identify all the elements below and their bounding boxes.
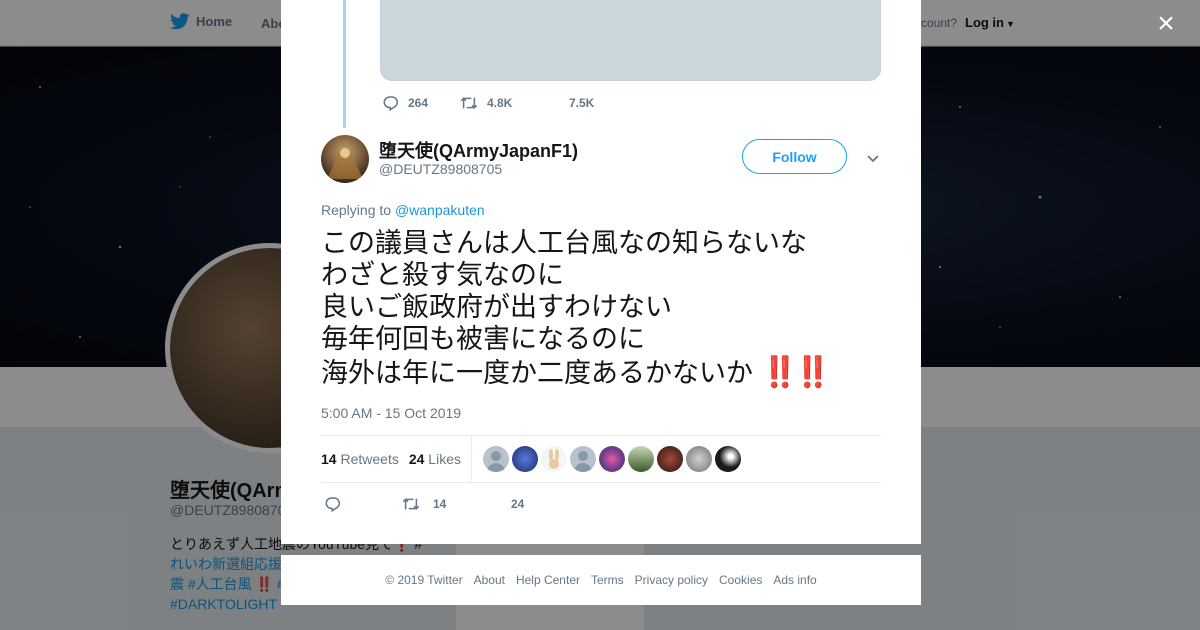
tweet-text-line: この議員さんは人工台風なの知らないな [321,228,807,258]
stats-divider [470,435,472,483]
tweet-text: この議員さんは人工台風なの知らないな わざと殺す気なのに 良いご飯政府が出すわけ… [321,227,832,389]
like-stat-label: Likes [428,451,461,467]
follow-button[interactable]: Follow [742,139,847,174]
tweet-text-line: 毎年何回も被害になるのに [321,324,645,354]
default-profile-icon [486,451,505,472]
author-name[interactable]: 堕天使(QArmyJapanF1) [379,137,578,163]
footer-link-privacy[interactable]: Privacy policy [635,573,708,587]
retweet-stat[interactable]: 14 Retweets [321,451,399,467]
retweet-stat-label: Retweets [340,451,399,467]
prev-reply-count: 264 [408,96,429,110]
liker-avatar[interactable] [511,446,538,472]
liker-avatar[interactable] [656,446,683,472]
modal-footer: © 2019 Twitter About Help Center Terms P… [281,555,921,605]
liker-avatar[interactable] [482,446,509,472]
tweet-text-line: わざと殺す気なのに [321,260,564,290]
tweet-actions: 14 24 [324,495,524,513]
prev-retweet-button[interactable]: 4.8K [459,94,569,112]
footer-link-about[interactable]: About [474,573,505,587]
default-profile-icon [573,451,592,472]
tweet-timestamp[interactable]: 5:00 AM - 15 Oct 2019 [321,405,461,421]
author-avatar[interactable] [321,135,369,183]
author-handle[interactable]: @DEUTZ89808705 [379,161,502,177]
retweet-icon [460,97,478,109]
copyright: © 2019 Twitter [385,573,463,587]
tweet-menu-button[interactable] [865,150,881,166]
replying-to: Replying to @wanpakuten [321,202,485,218]
liker-avatar[interactable] [714,446,741,472]
like-stat[interactable]: 24 Likes [409,451,461,467]
prev-like-button[interactable]: 7.5K [569,96,594,110]
chevron-down-icon [867,155,879,163]
tweet-text-line-content: 海外は年に一度か二度あるかないか [321,358,753,388]
liker-avatar[interactable] [569,446,596,472]
tweet-text-line: 海外は年に一度か二度あるかないか ‼️‼️ [321,356,832,389]
footer-link-terms[interactable]: Terms [591,573,624,587]
liker-avatar[interactable] [598,446,625,472]
footer-link-ads-info[interactable]: Ads info [773,573,816,587]
prev-reply-button[interactable]: 264 [382,94,459,112]
previous-tweet-actions: 264 4.8K 7.5K [382,94,594,112]
retweet-stat-count: 14 [321,451,337,467]
tweet-text-line: 良いご飯政府が出すわけない [321,292,672,322]
rabbit-icon [548,449,559,469]
double-exclamation-emoji: ‼️‼️ [761,356,832,389]
angel-avatar-image [327,148,363,179]
tweet-permalink-modal: 264 4.8K 7.5K 堕天使(QArmyJapanF1) @DEUTZ89… [281,0,921,544]
footer-link-help-center[interactable]: Help Center [516,573,580,587]
retweet-count: 14 [433,497,447,511]
liker-avatar[interactable] [685,446,712,472]
prev-like-count: 7.5K [569,96,595,110]
reply-button[interactable] [324,495,401,513]
like-stat-count: 24 [408,451,425,467]
replying-prefix: Replying to [321,202,392,218]
prev-retweet-count: 4.8K [487,96,513,110]
reply-icon [325,497,341,513]
close-modal-button[interactable]: × [1152,9,1180,39]
like-count: 24 [511,497,525,511]
retweet-button[interactable]: 14 [401,495,511,513]
like-button[interactable]: 24 [511,497,524,511]
previous-tweet-media[interactable] [380,0,881,81]
liker-avatar[interactable] [540,446,567,472]
thread-connector-line [343,0,346,128]
likers-avatars [482,446,741,472]
footer-link-cookies[interactable]: Cookies [719,573,762,587]
tweet-stats: 14 Retweets 24 Likes [321,435,881,483]
liker-avatar[interactable] [627,446,654,472]
replying-to-link[interactable]: @wanpakuten [395,202,485,218]
retweet-icon [402,498,420,510]
reply-icon [383,96,399,112]
